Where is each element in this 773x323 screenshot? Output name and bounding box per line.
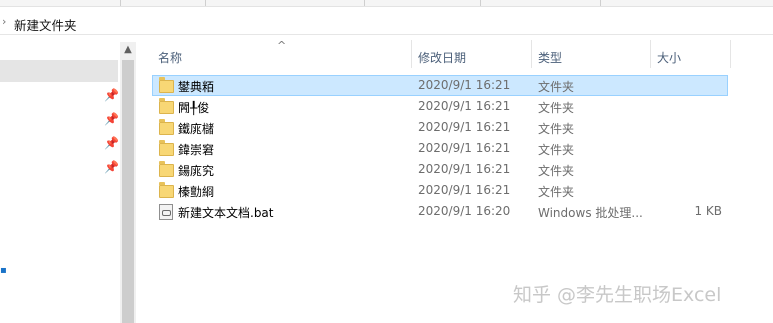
folder-icon	[159, 161, 174, 177]
file-type: Windows 批处理...	[538, 206, 643, 220]
file-row[interactable]: 鍚庣究 2020/9/1 16:21 文件夹	[152, 159, 728, 180]
file-name: 闁╀俊	[178, 101, 210, 115]
column-divider[interactable]	[531, 40, 532, 68]
file-size: 1 KB	[694, 204, 722, 218]
file-type: 文件夹	[538, 80, 575, 94]
batch-file-icon	[159, 204, 173, 222]
nav-selected-item[interactable]	[0, 60, 118, 82]
file-date: 2020/9/1 16:21	[418, 120, 511, 134]
scroll-up-arrow-icon[interactable]: ▲	[120, 42, 136, 58]
chevron-right-icon[interactable]: ›	[2, 15, 6, 28]
file-name: 新建文本文档.bat	[178, 206, 274, 220]
file-type: 文件夹	[538, 143, 575, 157]
column-name[interactable]: 名称	[158, 49, 182, 66]
ribbon-strip	[0, 0, 773, 7]
file-row[interactable]: 鍏崇窘 2020/9/1 16:21 文件夹	[152, 138, 728, 159]
watermark: 知乎 @李先生职场Excel	[513, 284, 722, 306]
file-row[interactable]: 鐢典粨 2020/9/1 16:21 文件夹	[152, 75, 728, 96]
file-type: 文件夹	[538, 122, 575, 136]
pin-icon[interactable]: 📌	[104, 88, 119, 102]
folder-icon	[159, 182, 174, 198]
file-date: 2020/9/1 16:21	[418, 78, 511, 92]
file-name: 鍚庣究	[178, 164, 215, 178]
sort-ascending-icon: ^	[277, 39, 287, 52]
pin-icon[interactable]: 📌	[104, 136, 119, 150]
file-row[interactable]: 榛勯綗 2020/9/1 16:21 文件夹	[152, 180, 728, 201]
breadcrumb-current-folder[interactable]: 新建文件夹	[14, 15, 77, 34]
file-date: 2020/9/1 16:20	[418, 204, 511, 218]
file-row[interactable]: 新建文本文档.bat 2020/9/1 16:20 Windows 批处理...…	[152, 201, 728, 222]
file-name: 榛勯綗	[178, 185, 215, 199]
folder-icon	[159, 98, 174, 114]
folder-icon	[159, 140, 174, 156]
navigation-pane: 📌 📌 📌 📌 ▪	[0, 36, 136, 323]
file-type: 文件夹	[538, 101, 575, 115]
file-row[interactable]: 鐵庣櫧 2020/9/1 16:21 文件夹	[152, 117, 728, 138]
nav-scrollbar[interactable]: ▲	[120, 42, 136, 323]
file-type: 文件夹	[538, 185, 575, 199]
nav-item-edge[interactable]: ▪	[0, 265, 7, 276]
file-date: 2020/9/1 16:21	[418, 141, 511, 155]
address-bar[interactable]: › 新建文件夹	[0, 12, 773, 35]
file-name: 鐢典粨	[178, 80, 215, 94]
file-type: 文件夹	[538, 164, 575, 178]
column-divider[interactable]	[411, 40, 412, 68]
file-date: 2020/9/1 16:21	[418, 183, 511, 197]
file-date: 2020/9/1 16:21	[418, 99, 511, 113]
scroll-thumb[interactable]	[122, 60, 134, 323]
folder-icon	[159, 77, 174, 93]
file-date: 2020/9/1 16:21	[418, 162, 511, 176]
folder-icon	[159, 119, 174, 135]
column-size[interactable]: 大小	[657, 49, 681, 66]
column-divider[interactable]	[730, 40, 731, 68]
file-row[interactable]: 闁╀俊 2020/9/1 16:21 文件夹	[152, 96, 728, 117]
column-type[interactable]: 类型	[538, 49, 562, 66]
pin-icon[interactable]: 📌	[104, 160, 119, 174]
file-name: 鍏崇窘	[178, 143, 215, 157]
column-divider[interactable]	[650, 40, 651, 68]
column-header: ^ 名称 修改日期 类型 大小	[152, 39, 773, 68]
pin-icon[interactable]: 📌	[104, 112, 119, 126]
column-date[interactable]: 修改日期	[418, 49, 466, 66]
file-name: 鐵庣櫧	[178, 122, 215, 136]
